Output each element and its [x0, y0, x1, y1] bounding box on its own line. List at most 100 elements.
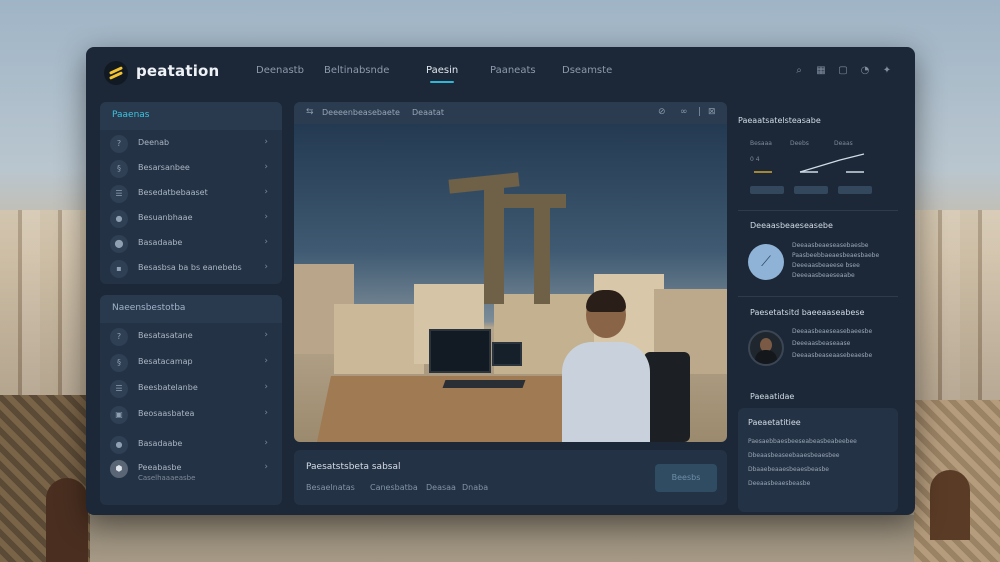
chevron-right-icon: ›	[264, 137, 268, 147]
sidebar-bottom-panel: Naeensbestotba ? Besatasatane › § Besata…	[100, 295, 282, 505]
divider	[738, 296, 898, 297]
chevron-right-icon: ›	[264, 356, 268, 366]
sidebar-item-label: Basadaabe	[138, 439, 183, 448]
viewer-toolbar: ⇆ Deeeenbeasebaete Deaatat ⊘ ∞ | ⊠	[294, 102, 727, 124]
sidebar-bottom-item-0[interactable]: ? Besatasatane ›	[100, 325, 282, 349]
sidebar-top-item-0[interactable]: ? Deenab ›	[100, 132, 282, 156]
sidebar-item-label: Besedatbebaaset	[138, 188, 208, 197]
section-icon: §	[110, 354, 128, 372]
nav-item-1[interactable]: Beltinabsnde	[324, 65, 389, 76]
background-right-arch	[930, 470, 970, 540]
expand-icon[interactable]: ⊠	[708, 107, 716, 117]
sidebar-top-item-4[interactable]: ⬤ Basadaabe ›	[100, 232, 282, 256]
sidebar-item-label: Deenab	[138, 138, 170, 147]
sidebar-item-sublabel: Caselhaaaeasbe	[138, 474, 196, 482]
sidebar-bottom-header: Naeensbestotba	[100, 295, 282, 323]
divider	[738, 210, 898, 211]
footer-title: Paesatstsbeta sabsal	[306, 462, 401, 472]
footer-tab-3[interactable]: Dnaba	[462, 483, 488, 492]
scene-image	[294, 124, 727, 442]
section-icon: §	[110, 160, 128, 178]
sidebar-bottom-item-5[interactable]: ⬢ Peeabasbe Caselhaaaeasbe ›	[100, 457, 282, 489]
brand-logo-icon[interactable]	[104, 61, 128, 85]
footer-tab-2[interactable]: Deasaa	[426, 483, 456, 492]
settings-icon[interactable]: ✦	[881, 65, 893, 77]
monitor-secondary	[492, 342, 522, 366]
sidebar-top-item-1[interactable]: § Besarsanbee ›	[100, 157, 282, 181]
sidebar-bottom-item-3[interactable]: ▣ Beosaasbatea ›	[100, 403, 282, 427]
sidebar-item-label: Besatasatane	[138, 331, 193, 340]
chevron-right-icon: ›	[264, 382, 268, 392]
sidebar-top-item-2[interactable]: ☰ Besedatbebaaset ›	[100, 182, 282, 206]
dot-icon: ●	[110, 436, 128, 454]
nav-item-0[interactable]: Deenastb	[256, 65, 304, 76]
divider-icon: |	[698, 107, 702, 117]
keyboard	[442, 380, 526, 388]
section2-line-1: Paasbeebbaeaesbeaesbaebe	[792, 252, 880, 259]
viewer-breadcrumb-2[interactable]: Deaatat	[412, 108, 444, 117]
footer-tab-0[interactable]: Besaelnatas	[306, 483, 355, 492]
sidebar-top-item-5[interactable]: ▪ Besasbsa ba bs eanebebs ›	[100, 257, 282, 281]
details-panel: Paeaetatitiee Paesaebbaesbeeseabeasbeabe…	[738, 408, 898, 512]
nav-item-2[interactable]: Paesin	[426, 65, 458, 76]
grid-icon[interactable]: ▦	[815, 65, 827, 77]
chair	[644, 352, 690, 442]
search-icon[interactable]: ⌕	[793, 65, 805, 77]
sidebar-item-label: Peeabasbe	[138, 463, 182, 472]
person-body	[562, 342, 650, 442]
sidebar-item-label: Beesbatelanbe	[138, 383, 198, 392]
background-ground	[90, 515, 914, 562]
chevron-right-icon: ›	[264, 212, 268, 222]
details-line-0: Paesaebbaesbeeseabeasbeabeebee	[748, 438, 857, 445]
sidebar-item-label: Besasbsa ba bs eanebebs	[138, 263, 242, 272]
link-avatar-icon[interactable]: ⟋	[748, 244, 784, 280]
background-left-arch	[46, 478, 88, 562]
sidebar-top-header: Paaenas	[100, 102, 282, 130]
section3-line-2: Deeaasbeaseaasebeaesbe	[792, 352, 873, 359]
section3-title: Paesetatsitd baeeaaseabese	[750, 308, 865, 317]
list-icon: ☰	[110, 380, 128, 398]
details-line-2: Dbaaebeaaesbeaesbeasbe	[748, 466, 829, 473]
stats-box-1	[794, 186, 828, 194]
sidebar-item-label: Besatacamap	[138, 357, 193, 366]
help-icon: ?	[110, 135, 128, 153]
person-hair	[586, 290, 626, 312]
sidebar-bottom-item-4[interactable]: ● Basadaabe ›	[100, 433, 282, 457]
user-avatar[interactable]	[748, 330, 784, 366]
chevron-right-icon: ›	[264, 438, 268, 448]
sidebar-top-item-3[interactable]: ● Besuanbhaae ›	[100, 207, 282, 231]
details-line-3: Deeaasbeaesbeasbe	[748, 480, 811, 487]
zoom-icon[interactable]: ⊘	[658, 107, 666, 117]
bell-icon[interactable]: ◔	[859, 65, 871, 77]
section4-title: Paeaatidae	[750, 392, 795, 401]
section3-line-1: Deeeaasbeaseaase	[792, 340, 851, 347]
stats-col-0: Besaaa	[750, 140, 772, 147]
back-icon[interactable]: ⇆	[306, 107, 314, 117]
section2-line-3: Deeeaasbeaeseaabe	[792, 272, 855, 279]
footer-action-button[interactable]: Beesbs	[655, 464, 717, 492]
link-icon[interactable]: ∞	[680, 107, 688, 117]
brand-name: peatation	[136, 62, 220, 80]
sidebar-top-panel: Paaenas ? Deenab › § Besarsanbee › ☰ Bes…	[100, 102, 282, 284]
list-icon: ☰	[110, 185, 128, 203]
sidebar-item-label: Basadaabe	[138, 238, 183, 247]
viewer-breadcrumb-1[interactable]: Deeeenbeasebaete	[322, 108, 400, 117]
stats-box-2	[838, 186, 872, 194]
stats-col-1: Deebs	[790, 140, 809, 147]
shield-icon: ⬢	[110, 460, 128, 478]
chat-icon[interactable]: ▢	[837, 65, 849, 77]
nav-item-4[interactable]: Dseamste	[562, 65, 612, 76]
nav-active-indicator	[430, 81, 454, 83]
chevron-right-icon: ›	[264, 162, 268, 172]
nav-item-3[interactable]: Paaneats	[490, 65, 536, 76]
section2-line-2: Deeeaasbeaeese bsee	[792, 262, 860, 269]
details-line-1: Dbeaasbeaseebaaesbeaesbee	[748, 452, 840, 459]
dot-icon: ●	[110, 210, 128, 228]
footer-tab-1[interactable]: Canesbatba	[370, 483, 418, 492]
sidebar-bottom-item-2[interactable]: ☰ Beesbatelanbe ›	[100, 377, 282, 401]
app-window: peatation Deenastb Beltinabsnde Paesin P…	[86, 47, 915, 515]
sidebar-item-label: Besarsanbee	[138, 163, 190, 172]
sidebar-bottom-item-1[interactable]: § Besatacamap ›	[100, 351, 282, 375]
chevron-right-icon: ›	[264, 408, 268, 418]
circle-icon: ⬤	[110, 235, 128, 253]
